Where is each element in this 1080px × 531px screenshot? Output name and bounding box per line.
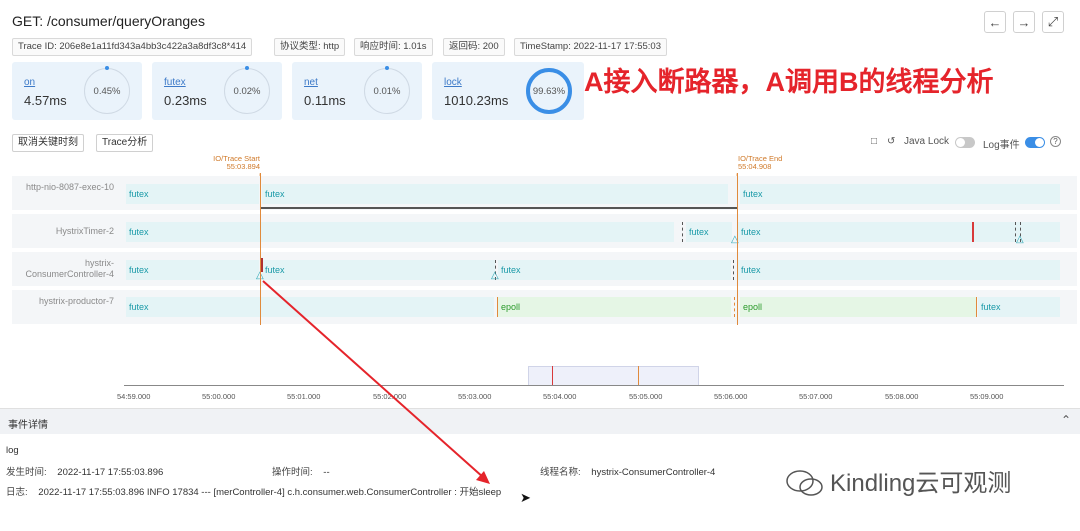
annotation-arrow: [262, 280, 490, 484]
watermark-text: Kindling云可观测: [830, 470, 1012, 497]
mouse-cursor-icon: ➤: [520, 490, 531, 505]
wechat-logo-icon: [784, 468, 826, 498]
